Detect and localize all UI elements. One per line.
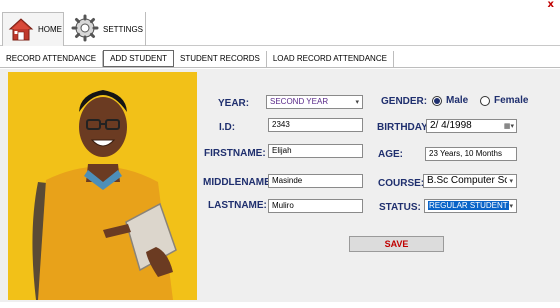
middlename-label: MIDDLENAME: [203,177,275,188]
age-field: 23 Years, 10 Months [425,147,517,161]
firstname-field[interactable]: Elijah [268,144,363,158]
course-select[interactable]: B.Sc Computer Sc ▾ [423,174,517,188]
birthday-value: 2/ 4/1998 [430,120,472,131]
radio-selected-icon [432,95,442,106]
year-label: YEAR: [218,98,250,109]
status-label: STATUS: [379,202,421,213]
ribbon-tab-settings[interactable]: SETTINGS [66,12,146,46]
age-label: AGE: [378,149,403,160]
radio-unselected-icon [480,95,490,106]
subtab-bar: RECORD ATTENDANCE ADD STUDENT STUDENT RE… [0,50,560,68]
year-select[interactable]: SECOND YEAR ▾ [266,95,363,109]
birthday-picker[interactable]: 2/ 4/1998 ▦▾ [426,119,517,133]
status-value: REGULAR STUDENT [428,201,509,210]
birthday-label: BIRTHDAY: [377,122,431,133]
tab-load-record-attendance[interactable]: LOAD RECORD ATTENDANCE [267,51,394,67]
ribbon-tab-home-label: HOME [38,25,62,34]
gender-male-radio[interactable]: Male [432,95,468,106]
middlename-field[interactable]: Masinde [268,174,363,188]
ribbon-tab-home[interactable]: HOME [2,12,64,46]
chevron-down-icon: ▾ [509,202,513,210]
tab-add-student[interactable]: ADD STUDENT [103,50,174,67]
house-icon [8,16,34,44]
tab-record-attendance[interactable]: RECORD ATTENDANCE [0,51,104,67]
course-label: COURSE: [378,178,425,189]
status-select[interactable]: REGULAR STUDENT ▾ [424,199,517,213]
gender-female-radio[interactable]: Female [480,95,528,106]
save-button[interactable]: SAVE [349,236,444,252]
calendar-dropdown-icon[interactable]: ▦▾ [504,120,514,132]
bottom-strip [0,302,560,308]
id-field[interactable]: 2343 [268,118,363,132]
lastname-field[interactable]: Muliro [268,199,363,213]
gear-icon [71,14,99,44]
ribbon: HOME SETTINGS [0,12,560,46]
gender-label: GENDER: [381,96,428,107]
gender-male-label: Male [446,95,469,106]
gender-female-label: Female [494,95,529,106]
id-label: I.D: [219,122,236,133]
student-photo [8,72,197,300]
lastname-label: LASTNAME: [208,200,267,211]
chevron-down-icon: ▾ [355,98,359,106]
add-student-panel: YEAR: SECOND YEAR ▾ I.D: 2343 FIRSTNAME:… [0,69,560,302]
ribbon-tab-settings-label: SETTINGS [103,24,144,34]
firstname-label: FIRSTNAME: [204,148,266,159]
close-icon[interactable]: x [548,0,554,10]
year-value: SECOND YEAR [270,97,329,106]
chevron-down-icon: ▾ [507,175,513,187]
course-value: B.Sc Computer Sc [427,175,510,186]
tab-student-records[interactable]: STUDENT RECORDS [174,51,267,67]
